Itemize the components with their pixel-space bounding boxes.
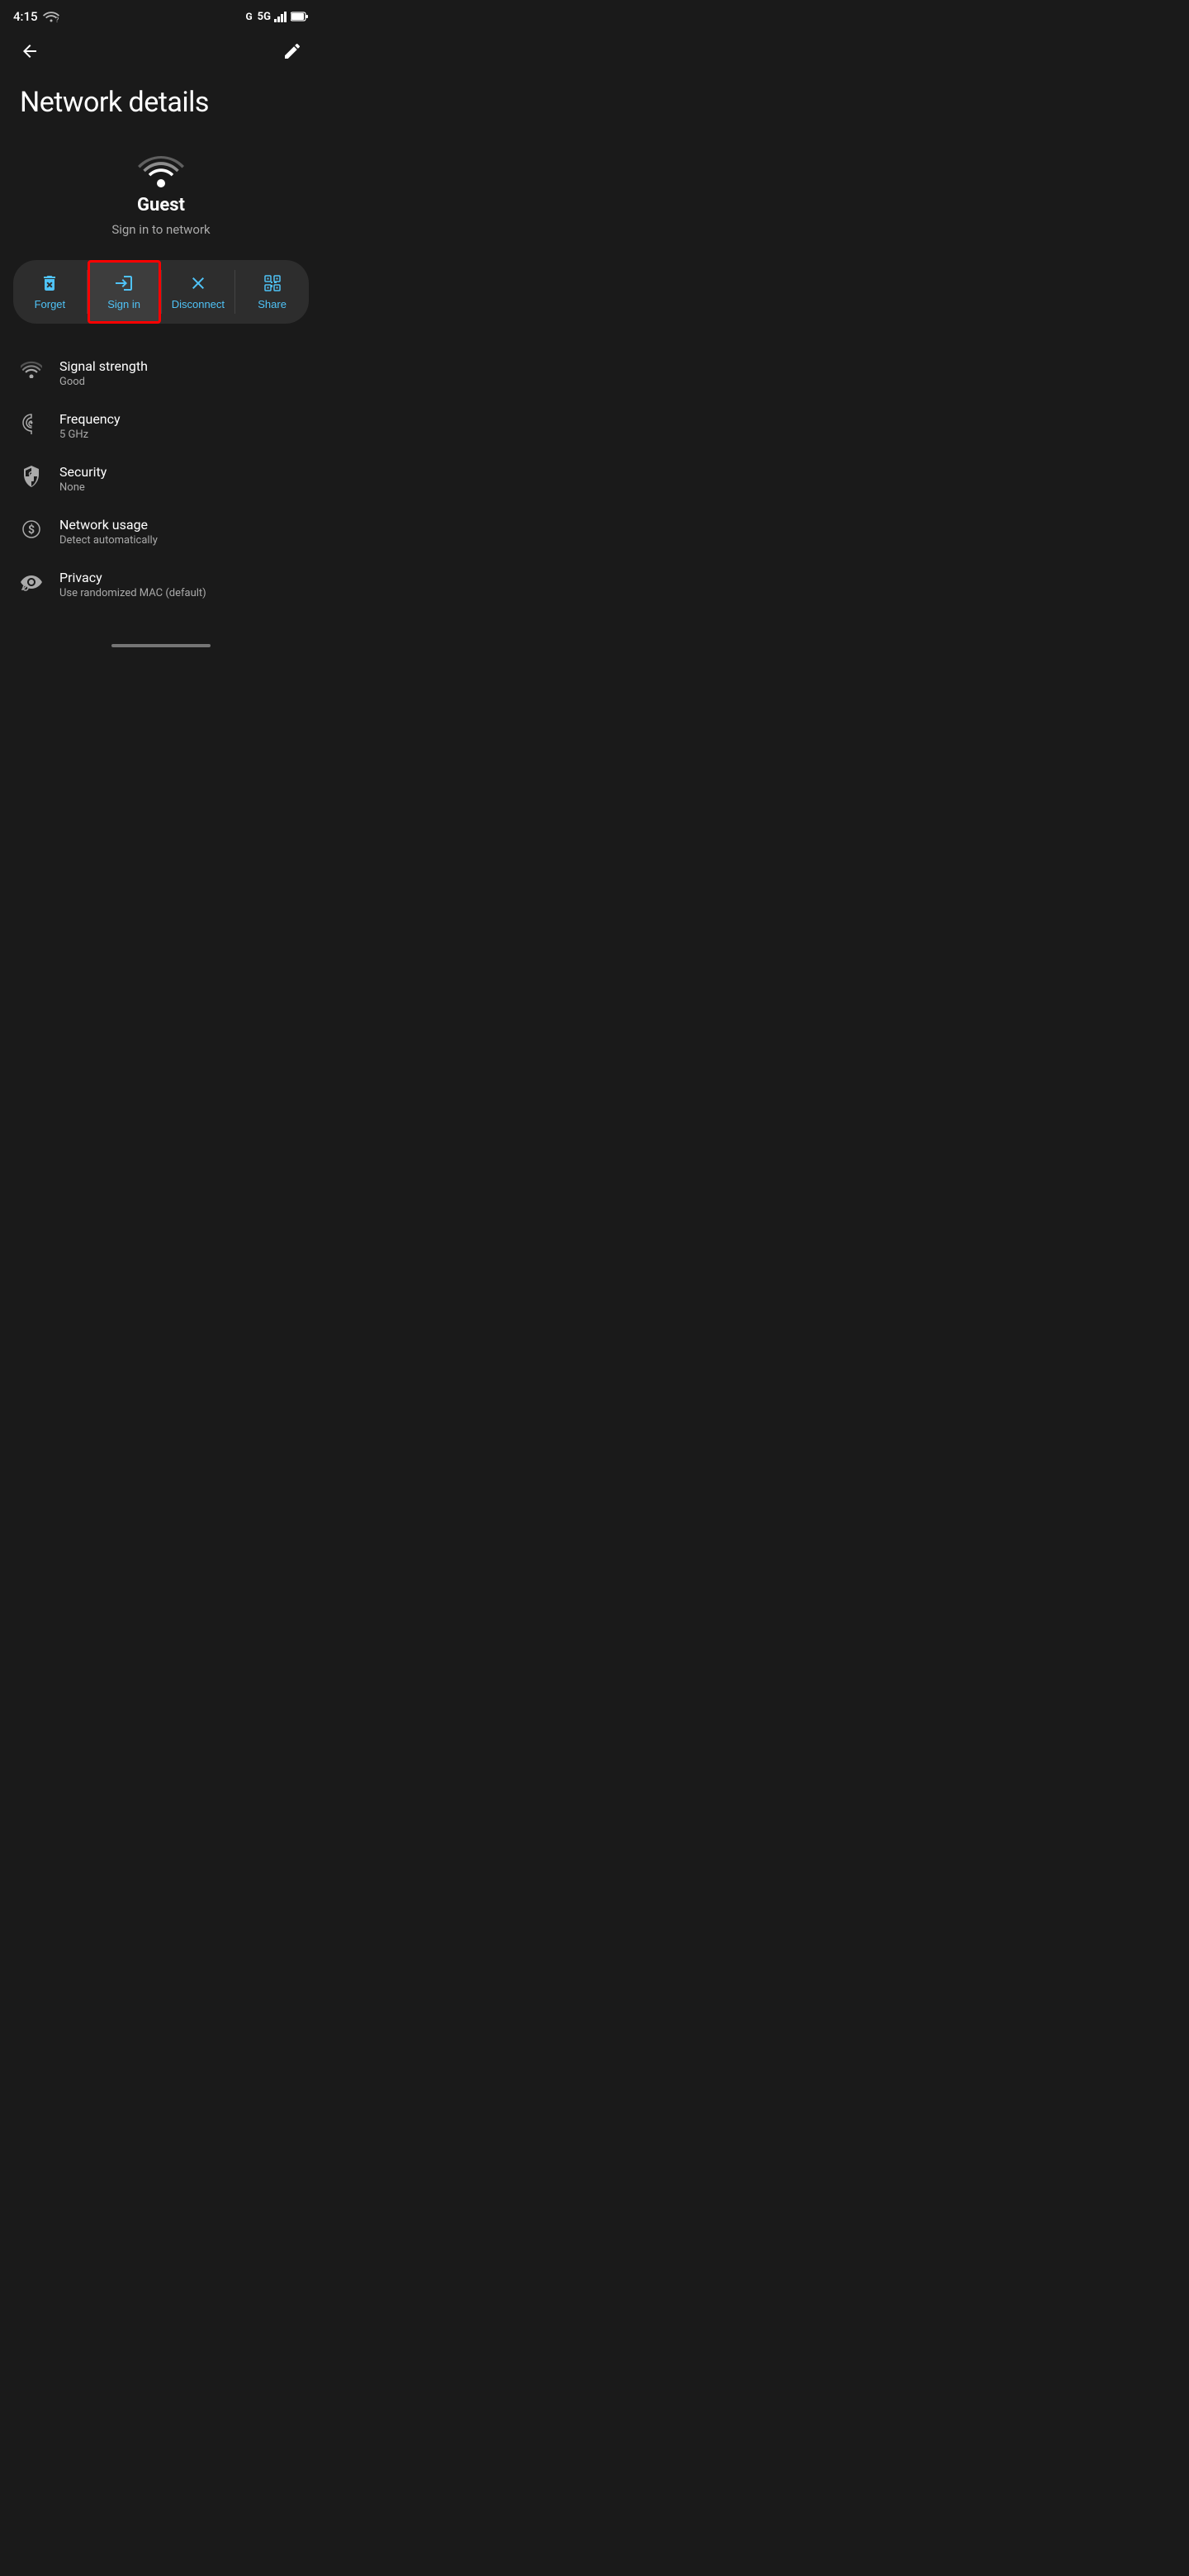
signal-strength-icon (20, 360, 43, 383)
signal-strength-subtitle: Good (59, 376, 148, 388)
signal-strength-content: Signal strength Good (59, 358, 148, 388)
signal-icon (274, 11, 287, 22)
status-left: 4:15 ? (13, 9, 59, 24)
network-status: Sign in to network (111, 222, 210, 237)
disconnect-button[interactable]: Disconnect (162, 260, 235, 324)
edit-button[interactable] (276, 35, 309, 68)
disconnect-icon (188, 273, 208, 293)
signal-strength-item: Signal strength Good (0, 347, 322, 400)
frequency-subtitle: 5 GHz (59, 429, 121, 441)
battery-icon (291, 12, 309, 21)
svg-text:?: ? (55, 17, 59, 22)
privacy-title: Privacy (59, 570, 206, 585)
privacy-item: Privacy Use randomized MAC (default) (0, 558, 322, 611)
security-subtitle: None (59, 481, 107, 494)
info-list: Signal strength Good Frequency 5 GHz (0, 340, 322, 618)
status-bar: 4:15 ? G 5G (0, 0, 322, 30)
privacy-icon (20, 571, 43, 598)
signin-label: Sign in (107, 298, 140, 310)
frequency-icon (20, 413, 43, 439)
share-label: Share (258, 298, 287, 310)
fiveg-label: 5G (258, 11, 271, 23)
signin-icon (114, 273, 134, 293)
signal-strength-title: Signal strength (59, 358, 148, 374)
frequency-item: Frequency 5 GHz (0, 400, 322, 452)
status-right: G 5G (245, 11, 309, 23)
frequency-title: Frequency (59, 411, 121, 427)
action-buttons-row: Forget Sign in Disconnect (0, 244, 322, 340)
forget-icon (40, 273, 59, 293)
status-time: 4:15 (13, 9, 38, 24)
privacy-content: Privacy Use randomized MAC (default) (59, 570, 206, 599)
network-usage-icon: $ (20, 519, 43, 545)
security-item: Security None (0, 452, 322, 505)
network-usage-subtitle: Detect automatically (59, 534, 158, 547)
wifi-question-icon: ? (43, 11, 59, 22)
home-bar (111, 644, 211, 647)
network-type-icon: G (245, 11, 252, 22)
privacy-subtitle: Use randomized MAC (default) (59, 587, 206, 599)
back-button[interactable] (13, 35, 46, 68)
toolbar (0, 30, 322, 73)
action-buttons-container: Forget Sign in Disconnect (13, 260, 309, 324)
disconnect-label: Disconnect (172, 298, 225, 310)
share-icon (263, 273, 282, 293)
page-title: Network details (0, 73, 322, 139)
wifi-large-icon (138, 152, 184, 188)
security-title: Security (59, 464, 107, 480)
network-name: Guest (137, 195, 185, 215)
security-content: Security None (59, 464, 107, 494)
network-usage-item: $ Network usage Detect automatically (0, 505, 322, 558)
network-icon-section: Guest Sign in to network (0, 139, 322, 244)
home-indicator (0, 634, 322, 657)
network-usage-title: Network usage (59, 517, 158, 533)
svg-text:$: $ (28, 523, 35, 537)
network-usage-content: Network usage Detect automatically (59, 517, 158, 547)
signin-button[interactable]: Sign in (88, 260, 161, 324)
frequency-content: Frequency 5 GHz (59, 411, 121, 441)
security-icon (20, 466, 43, 492)
share-button[interactable]: Share (235, 260, 309, 324)
forget-label: Forget (35, 298, 66, 310)
forget-button[interactable]: Forget (13, 260, 87, 324)
